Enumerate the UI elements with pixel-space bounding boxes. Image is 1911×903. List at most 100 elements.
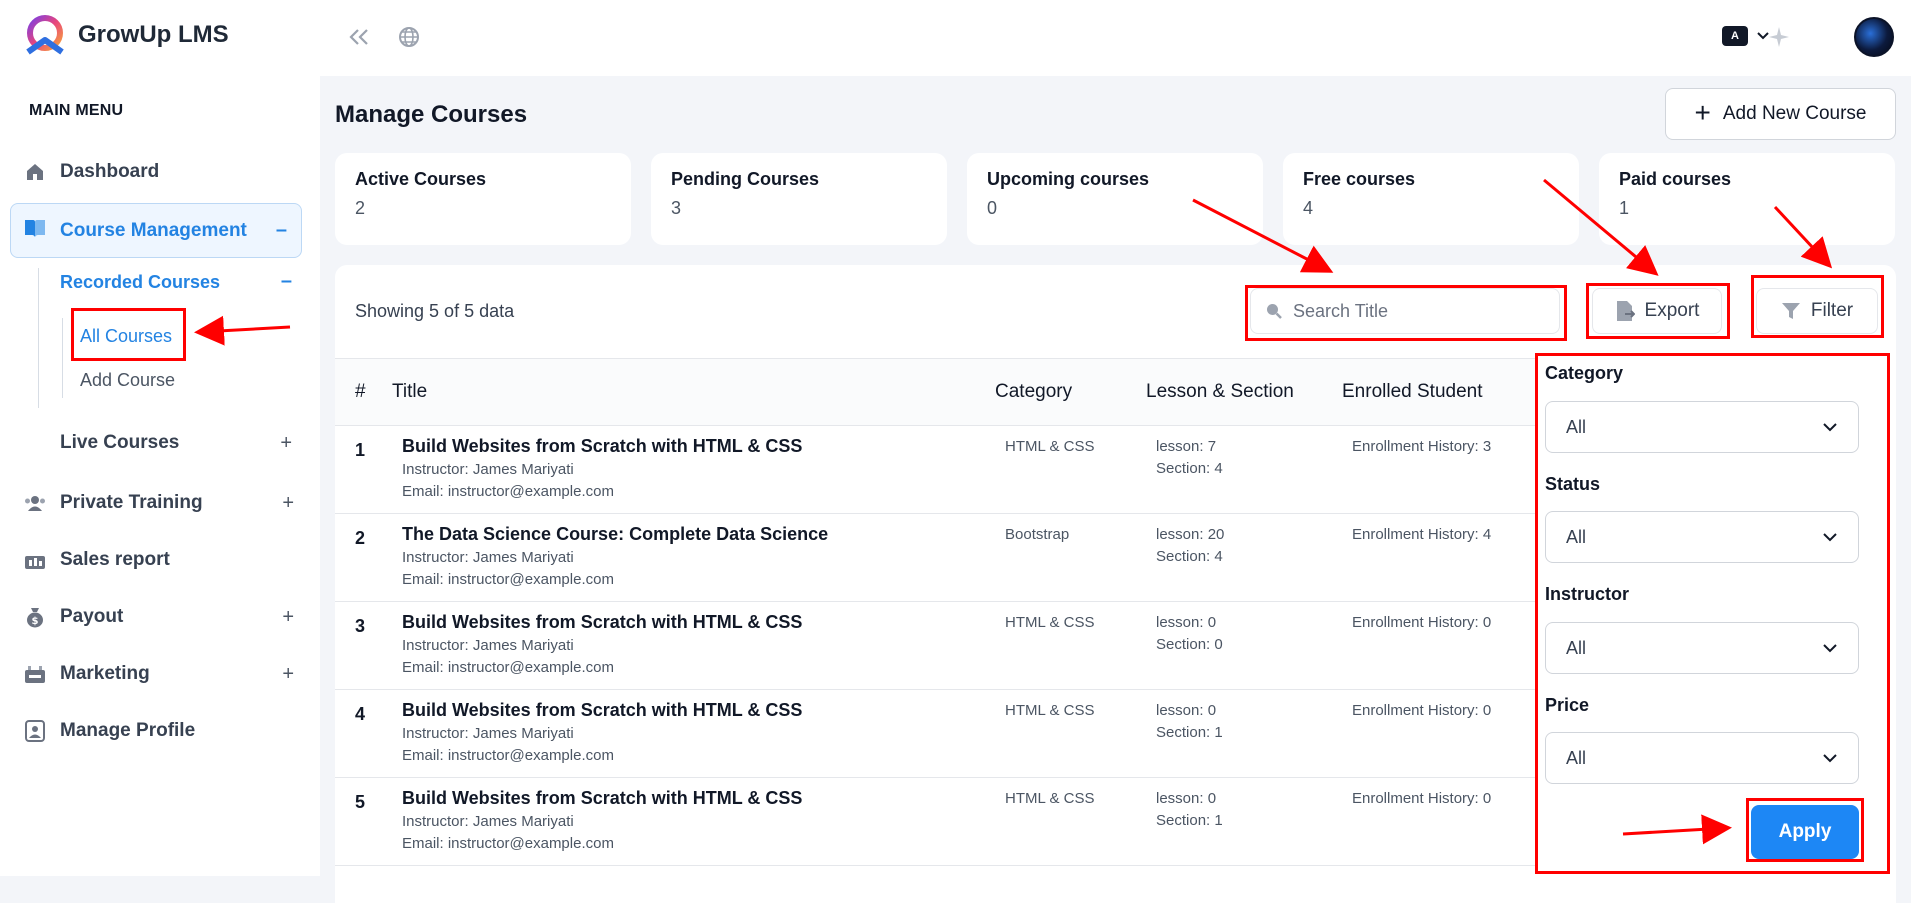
course-email: Email: instructor@example.com bbox=[402, 659, 614, 676]
stat-card-pending: Pending Courses 3 bbox=[651, 153, 947, 245]
course-category: HTML & CSS bbox=[1005, 790, 1095, 807]
stat-label: Upcoming courses bbox=[987, 169, 1150, 189]
sidebar-item-private-training[interactable]: Private Training + bbox=[24, 492, 294, 514]
search-box[interactable] bbox=[1250, 288, 1560, 334]
course-instructor: Instructor: James Mariyati bbox=[402, 637, 574, 654]
money-bag-icon: $ bbox=[24, 606, 46, 628]
collapse-icon[interactable]: – bbox=[281, 270, 292, 293]
price-select[interactable]: All bbox=[1545, 732, 1859, 784]
svg-text:$: $ bbox=[32, 616, 39, 627]
users-icon bbox=[24, 492, 46, 514]
course-title[interactable]: Build Websites from Scratch with HTML & … bbox=[402, 700, 802, 721]
select-value: All bbox=[1566, 747, 1587, 768]
stat-card-free: Free courses 4 bbox=[1283, 153, 1579, 245]
globe-icon[interactable] bbox=[394, 22, 424, 52]
select-value: All bbox=[1566, 416, 1587, 437]
filter-panel: Category All Status All Instructor All P… bbox=[1537, 355, 1887, 870]
apply-button[interactable]: Apply bbox=[1751, 805, 1859, 859]
column-header: Title bbox=[392, 381, 428, 402]
export-label: Export bbox=[1644, 300, 1700, 321]
table-row[interactable]: 5 Build Websites from Scratch with HTML … bbox=[335, 778, 1535, 866]
profile-icon bbox=[24, 720, 46, 742]
course-title[interactable]: Build Websites from Scratch with HTML & … bbox=[402, 612, 802, 633]
filter-label-instructor: Instructor bbox=[1545, 584, 1630, 604]
sidebar-item-course-management[interactable]: Course Management – bbox=[10, 203, 302, 258]
sidebar-item-live-courses[interactable]: Live Courses + bbox=[60, 432, 292, 454]
sidebar-item-add-course[interactable]: Add Course bbox=[80, 370, 175, 391]
sidebar-item-manage-profile[interactable]: Manage Profile bbox=[24, 720, 294, 742]
course-lessons: lesson: 20 bbox=[1156, 526, 1225, 543]
filter-label-price: Price bbox=[1545, 695, 1590, 715]
course-title[interactable]: Build Websites from Scratch with HTML & … bbox=[402, 788, 802, 809]
row-number: 4 bbox=[355, 704, 366, 724]
funnel-icon bbox=[1781, 303, 1800, 319]
course-enrollment: Enrollment History: 0 bbox=[1352, 702, 1492, 719]
stat-label: Paid courses bbox=[1619, 169, 1732, 189]
sidebar-item-label: Payout bbox=[60, 606, 124, 627]
stat-label: Pending Courses bbox=[671, 169, 820, 189]
logo-icon bbox=[26, 15, 64, 55]
course-title[interactable]: The Data Science Course: Complete Data S… bbox=[402, 524, 828, 545]
select-value: All bbox=[1566, 526, 1587, 547]
filter-label: Filter bbox=[1810, 300, 1854, 321]
row-number: 3 bbox=[355, 616, 366, 636]
sidebar-item-dashboard[interactable]: Dashboard bbox=[24, 161, 294, 183]
course-enrollment: Enrollment History: 0 bbox=[1352, 790, 1492, 807]
app-name: GrowUp LMS bbox=[78, 21, 229, 48]
chart-icon bbox=[24, 549, 46, 571]
course-sections: Section: 4 bbox=[1156, 460, 1223, 477]
main-menu-heading: MAIN MENU bbox=[29, 102, 124, 119]
course-lessons: lesson: 0 bbox=[1156, 614, 1217, 631]
category-select[interactable]: All bbox=[1545, 401, 1859, 453]
sparkle-icon[interactable] bbox=[1764, 22, 1794, 52]
course-title[interactable]: Build Websites from Scratch with HTML & … bbox=[402, 436, 802, 457]
instructor-select[interactable]: All bbox=[1545, 622, 1859, 674]
stat-label: Free courses bbox=[1303, 169, 1416, 189]
avatar[interactable] bbox=[1854, 17, 1894, 57]
search-input[interactable] bbox=[1293, 300, 1533, 322]
table-row[interactable]: 3 Build Websites from Scratch with HTML … bbox=[335, 602, 1535, 690]
course-enrollment: Enrollment History: 0 bbox=[1352, 614, 1492, 631]
table-header: # Title Category Lesson & Section Enroll… bbox=[335, 358, 1535, 426]
status-select[interactable]: All bbox=[1545, 511, 1859, 563]
search-icon bbox=[1267, 304, 1282, 319]
sidebar-item-payout[interactable]: $ Payout + bbox=[24, 606, 294, 628]
stat-label: Active Courses bbox=[355, 169, 487, 189]
sidebar-item-label: Course Management bbox=[60, 219, 247, 241]
collapse-icon[interactable]: – bbox=[276, 219, 287, 242]
home-icon bbox=[24, 161, 46, 183]
sidebar-item-recorded-courses[interactable]: Recorded Courses – bbox=[60, 270, 292, 293]
filter-button[interactable]: Filter bbox=[1756, 288, 1878, 334]
stat-value: 2 bbox=[355, 198, 366, 218]
table-row[interactable]: 2 The Data Science Course: Complete Data… bbox=[335, 514, 1535, 602]
table-row[interactable]: 1 Build Websites from Scratch with HTML … bbox=[335, 426, 1535, 514]
sidebar-item-sales-report[interactable]: Sales report bbox=[24, 549, 294, 571]
row-number: 1 bbox=[355, 440, 366, 460]
filter-label-category: Category bbox=[1545, 363, 1624, 383]
app-logo[interactable]: GrowUp LMS bbox=[22, 14, 229, 56]
table-row[interactable]: 4 Build Websites from Scratch with HTML … bbox=[335, 690, 1535, 778]
sidebar-item-marketing[interactable]: Marketing + bbox=[24, 663, 294, 685]
expand-icon[interactable]: + bbox=[282, 492, 294, 515]
stat-value: 1 bbox=[1619, 198, 1630, 218]
page-title: Manage Courses bbox=[335, 101, 528, 128]
chevron-down-icon bbox=[1823, 754, 1837, 763]
export-file-icon bbox=[1616, 301, 1635, 321]
filter-label-status: Status bbox=[1545, 474, 1601, 494]
sidebar: GrowUp LMS MAIN MENU Dashboard Course Ma… bbox=[0, 0, 320, 876]
sidebar-item-all-courses[interactable]: All Courses bbox=[80, 326, 172, 347]
plus-icon: + bbox=[1694, 96, 1711, 128]
submenu-divider bbox=[62, 318, 63, 398]
expand-icon[interactable]: + bbox=[280, 432, 292, 455]
chevron-down-icon bbox=[1823, 644, 1837, 653]
sidebar-item-label: Sales report bbox=[60, 549, 170, 570]
export-button[interactable]: Export bbox=[1592, 288, 1722, 334]
sidebar-item-label: Dashboard bbox=[60, 161, 160, 182]
expand-icon[interactable]: + bbox=[282, 606, 294, 629]
chevron-down-icon bbox=[1823, 423, 1837, 432]
stat-card-paid: Paid courses 1 bbox=[1599, 153, 1895, 245]
add-new-course-button[interactable]: + Add New Course bbox=[1665, 88, 1896, 140]
language-selector[interactable]: A bbox=[1722, 26, 1770, 46]
collapse-sidebar-icon[interactable] bbox=[344, 22, 374, 52]
expand-icon[interactable]: + bbox=[282, 663, 294, 686]
